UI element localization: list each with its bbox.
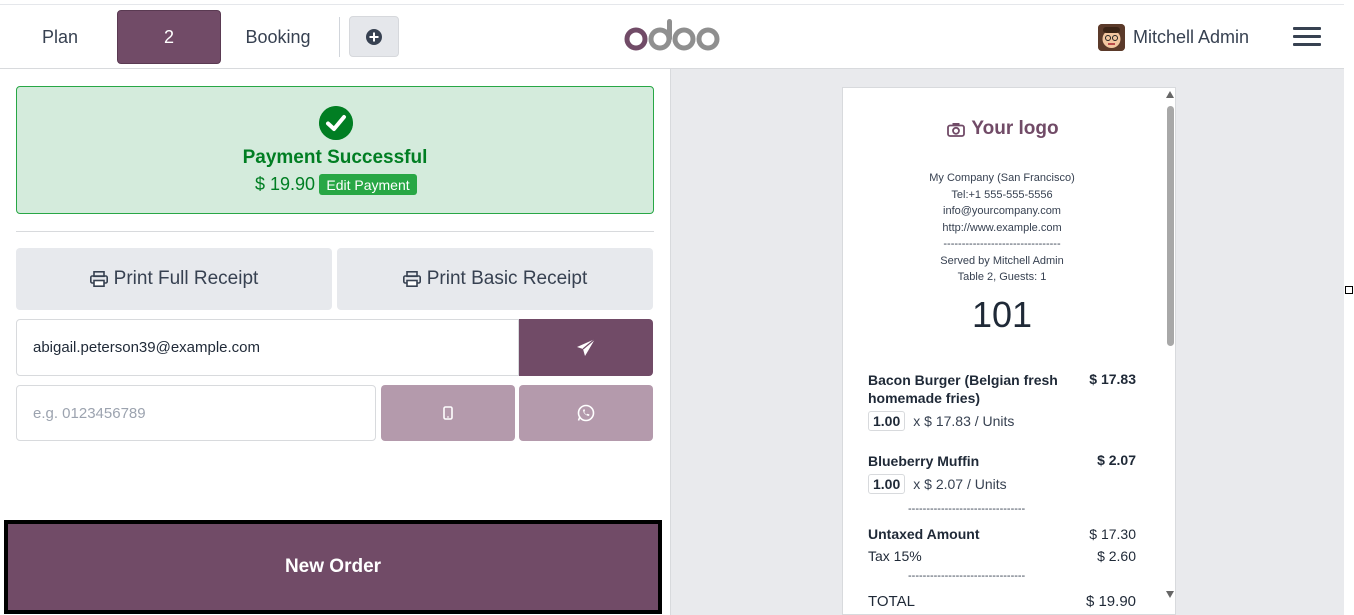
print-full-label: Print Full Receipt <box>113 268 259 289</box>
receipt-order-number: 101 <box>971 294 1033 335</box>
untaxed-value: $ 17.30 <box>1089 526 1136 542</box>
receipt-line: Bacon Burger (Belgian fresh homemade fri… <box>868 371 1136 407</box>
receipt-table-guests: Table 2, Guests: 1 <box>957 271 1047 283</box>
printer-icon <box>402 271 421 287</box>
untaxed-row: Untaxed Amount $ 17.30 <box>868 526 1136 542</box>
user-name: Mitchell Admin <box>1133 26 1250 47</box>
tax-value: $ 2.60 <box>1097 548 1136 564</box>
print-basic-label: Print Basic Receipt <box>426 268 588 289</box>
scroll-up-arrow-icon[interactable] <box>1166 91 1174 98</box>
receipt-website: http://www.example.com <box>942 222 1062 234</box>
total-value: $ 19.90 <box>1085 593 1136 610</box>
paper-plane-icon <box>577 338 596 356</box>
line-quantity-row: 1.00 x $ 17.83 / Units <box>868 411 1014 431</box>
receipt-served-by: Served by Mitchell Admin <box>940 255 1064 267</box>
line-unit-price: x $ 17.83 / Units <box>913 413 1015 429</box>
line-product-name: Blueberry Muffin <box>868 453 980 469</box>
new-order-button[interactable]: New Order <box>4 520 662 614</box>
total-label: TOTAL <box>868 593 915 610</box>
scroll-thumb[interactable] <box>1167 106 1174 346</box>
plan-button[interactable]: Plan <box>16 10 104 64</box>
line-unit-price: x $ 2.07 / Units <box>913 476 1007 492</box>
receipt-logo-text: Your logo <box>971 118 1059 139</box>
payment-amount: $ 19.90 <box>255 174 316 194</box>
resize-handle[interactable] <box>1345 286 1353 294</box>
receipt-scrollbar[interactable] <box>1163 88 1175 614</box>
payment-status-title: Payment Successful <box>242 147 428 168</box>
nav-divider <box>339 17 340 57</box>
odoo-logo <box>624 19 720 51</box>
receipt-logo: Your logo <box>843 118 1163 140</box>
line-product-name: Bacon Burger (Belgian fresh homemade fri… <box>868 372 1058 406</box>
payment-status-box: Payment Successful $ 19.90 Edit Payment <box>16 86 654 214</box>
booking-button[interactable]: Booking <box>230 10 326 64</box>
receipt-email: info@yourcompany.com <box>943 205 1061 217</box>
send-email-button[interactable] <box>519 319 653 376</box>
mobile-icon <box>443 406 453 420</box>
receipt-line: Blueberry Muffin $ 2.07 <box>868 452 1136 470</box>
top-navbar: Plan 2 Booking Mitchell Admin <box>0 4 1344 69</box>
printer-icon <box>89 271 108 287</box>
receipt[interactable]: Your logo My Company (San Francisco) Tel… <box>842 87 1176 615</box>
print-basic-receipt-button[interactable]: Print Basic Receipt <box>337 248 653 310</box>
line-price: $ 17.83 <box>1089 371 1136 387</box>
print-full-receipt-button[interactable]: Print Full Receipt <box>16 248 332 310</box>
user-menu[interactable]: Mitchell Admin <box>1098 21 1249 53</box>
email-field[interactable]: abigail.peterson39@example.com <box>16 319 519 376</box>
receipt-separator: -------------------------------- <box>908 570 1026 582</box>
divider <box>16 231 654 232</box>
phone-field[interactable]: e.g. 0123456789 <box>16 385 376 441</box>
check-circle-icon <box>319 106 353 140</box>
whatsapp-icon <box>577 404 595 422</box>
total-row: TOTAL $ 19.90 <box>868 593 1136 610</box>
window-edge <box>1344 0 1354 615</box>
tax-label: Tax 15% <box>868 548 922 564</box>
camera-icon <box>947 122 966 137</box>
payment-panel: Payment Successful $ 19.90 Edit Payment … <box>0 69 670 615</box>
receipt-company: My Company (San Francisco) <box>929 172 1075 184</box>
send-whatsapp-button[interactable] <box>519 385 653 441</box>
line-qty: 1.00 <box>868 474 906 494</box>
edit-payment-button[interactable]: Edit Payment <box>319 174 417 195</box>
table-button[interactable]: 2 <box>117 10 221 64</box>
plus-circle-icon <box>366 28 382 45</box>
untaxed-label: Untaxed Amount <box>868 526 980 542</box>
scroll-down-arrow-icon[interactable] <box>1166 591 1174 598</box>
line-price: $ 2.07 <box>1097 452 1136 468</box>
receipt-preview-panel: Your logo My Company (San Francisco) Tel… <box>670 69 1344 615</box>
receipt-separator: -------------------------------- <box>943 238 1061 250</box>
tax-row: Tax 15% $ 2.60 <box>868 548 1136 564</box>
line-qty: 1.00 <box>868 411 906 431</box>
hamburger-icon[interactable] <box>1293 24 1321 50</box>
receipt-separator: -------------------------------- <box>908 503 1026 515</box>
line-quantity-row: 1.00 x $ 2.07 / Units <box>868 474 1007 494</box>
receipt-tel: Tel:+1 555-555-5556 <box>951 189 1053 201</box>
send-sms-button[interactable] <box>381 385 515 441</box>
avatar <box>1098 23 1125 51</box>
add-order-button[interactable] <box>349 16 399 57</box>
